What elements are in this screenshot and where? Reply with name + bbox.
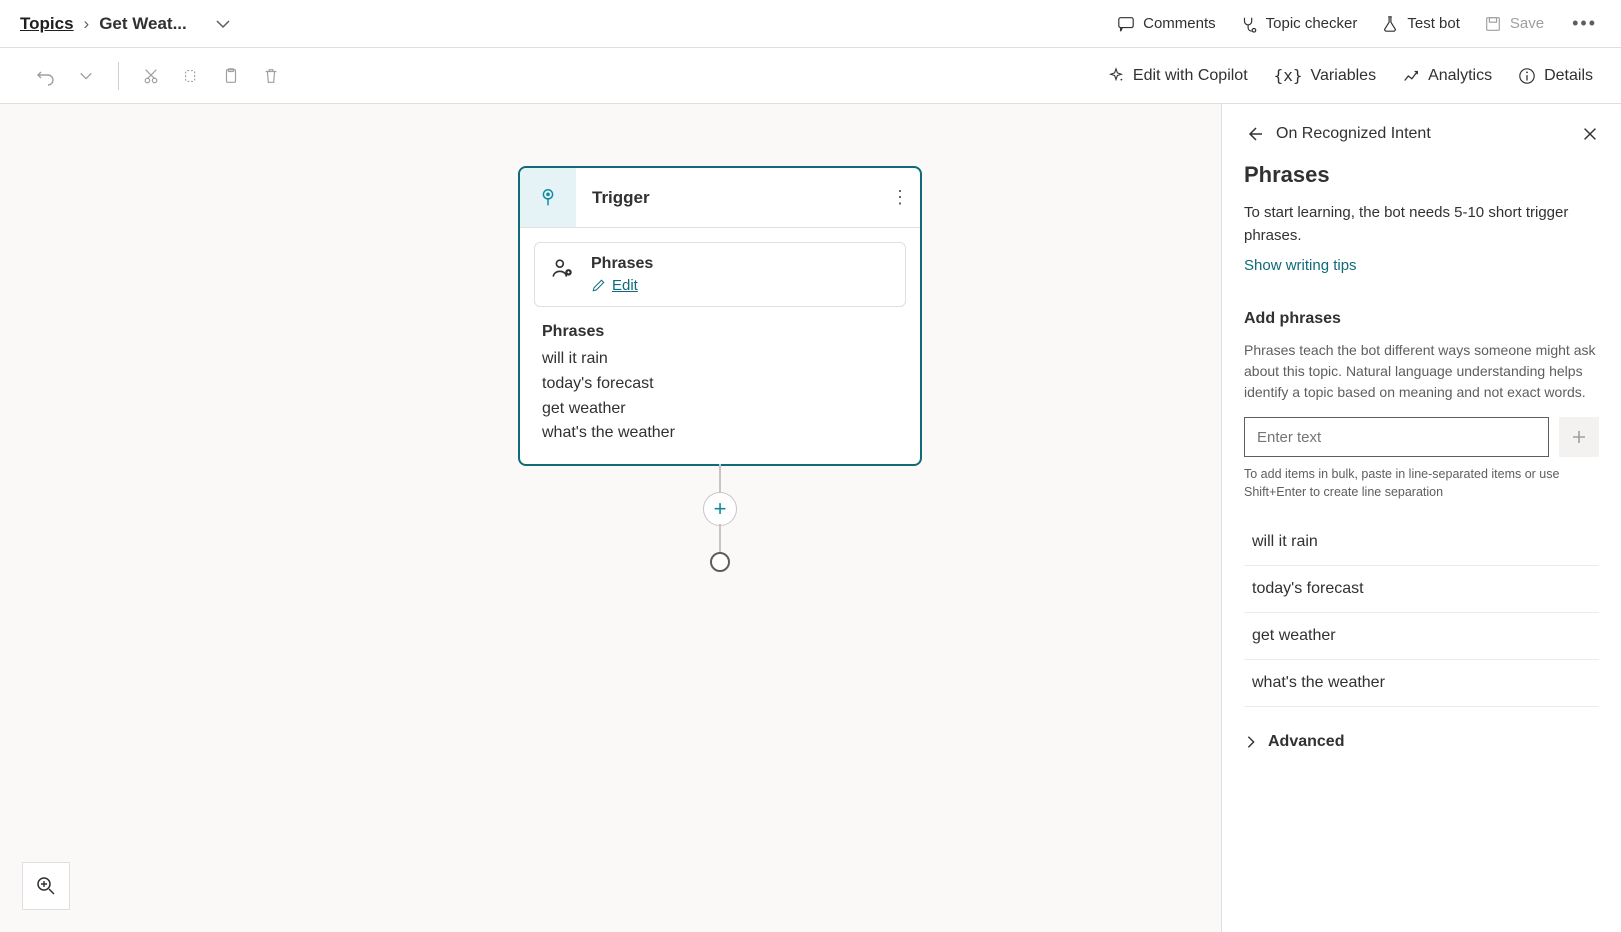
- panel-phrase-item[interactable]: what's the weather: [1244, 660, 1599, 707]
- delete-button[interactable]: [253, 58, 289, 94]
- writing-tips-link[interactable]: Show writing tips: [1244, 257, 1357, 274]
- advanced-label: Advanced: [1268, 733, 1344, 751]
- toolbar-left: [28, 58, 289, 94]
- toolbar-divider: [118, 62, 119, 90]
- phrase-item: today's forecast: [542, 372, 898, 397]
- variable-icon: {x}: [1274, 66, 1303, 85]
- phrases-list-title: Phrases: [542, 323, 898, 341]
- trigger-node[interactable]: Trigger ⋮ Phrases Edit P: [518, 166, 922, 466]
- panel-phrase-item[interactable]: today's forecast: [1244, 566, 1599, 613]
- variables-label: Variables: [1311, 67, 1377, 85]
- advanced-section-toggle[interactable]: Advanced: [1244, 733, 1599, 751]
- sparkle-icon: [1107, 67, 1125, 85]
- panel-phrase-item[interactable]: get weather: [1244, 613, 1599, 660]
- topic-checker-label: Topic checker: [1266, 15, 1358, 32]
- undo-button[interactable]: [28, 58, 64, 94]
- breadcrumb-current: Get Weat...: [99, 14, 187, 34]
- trigger-node-header: Trigger ⋮: [520, 168, 920, 228]
- test-bot-label: Test bot: [1407, 15, 1460, 32]
- info-icon: [1518, 67, 1536, 85]
- flask-icon: [1381, 15, 1399, 33]
- close-panel-button[interactable]: [1581, 125, 1599, 143]
- comment-icon: [1117, 15, 1135, 33]
- back-button[interactable]: [1244, 124, 1264, 144]
- comments-button[interactable]: Comments: [1117, 15, 1216, 33]
- person-voice-icon: [549, 255, 575, 281]
- save-icon: [1484, 15, 1502, 33]
- test-bot-button[interactable]: Test bot: [1381, 15, 1460, 33]
- comments-label: Comments: [1143, 15, 1216, 32]
- phrase-input[interactable]: [1244, 417, 1549, 457]
- magnify-plus-icon: [36, 876, 56, 896]
- trigger-icon: [520, 168, 576, 227]
- properties-panel: On Recognized Intent Phrases To start le…: [1221, 104, 1621, 932]
- header-actions: Comments Topic checker Test bot Save •••: [1117, 13, 1601, 34]
- edit-copilot-label: Edit with Copilot: [1133, 67, 1248, 85]
- stethoscope-icon: [1240, 15, 1258, 33]
- header-bar: Topics › Get Weat... Comments Topic chec…: [0, 0, 1621, 48]
- phrase-item: get weather: [542, 397, 898, 422]
- variables-button[interactable]: {x} Variables: [1274, 66, 1376, 85]
- analytics-button[interactable]: Analytics: [1402, 67, 1492, 85]
- add-phrases-heading: Add phrases: [1244, 310, 1599, 328]
- chevron-right-icon: [1244, 735, 1258, 749]
- phrase-item: what's the weather: [542, 421, 898, 446]
- edit-copilot-button[interactable]: Edit with Copilot: [1107, 67, 1248, 85]
- authoring-canvas[interactable]: Trigger ⋮ Phrases Edit P: [0, 104, 1221, 932]
- zoom-button[interactable]: [22, 862, 70, 910]
- details-button[interactable]: Details: [1518, 67, 1593, 85]
- main-area: Trigger ⋮ Phrases Edit P: [0, 104, 1621, 932]
- phrase-item: will it rain: [542, 347, 898, 372]
- edit-phrases-label: Edit: [612, 277, 638, 294]
- cut-button[interactable]: [133, 58, 169, 94]
- undo-dropdown-button[interactable]: [68, 58, 104, 94]
- save-button[interactable]: Save: [1484, 15, 1544, 33]
- connector-line-end: [719, 524, 721, 554]
- analytics-icon: [1402, 67, 1420, 85]
- toolbar-right: Edit with Copilot {x} Variables Analytic…: [1107, 66, 1593, 85]
- paste-button[interactable]: [213, 58, 249, 94]
- more-options-button[interactable]: •••: [1568, 13, 1601, 34]
- pencil-icon: [591, 278, 606, 293]
- trigger-node-menu[interactable]: ⋮: [880, 187, 920, 208]
- trigger-node-title: Trigger: [576, 188, 880, 208]
- phrases-list: Phrases will it rain today's forecast ge…: [520, 321, 920, 464]
- breadcrumb-separator: ›: [84, 14, 90, 34]
- add-node-button[interactable]: +: [703, 492, 737, 526]
- breadcrumb: Topics › Get Weat...: [20, 14, 231, 34]
- panel-header: On Recognized Intent: [1244, 124, 1599, 144]
- add-phrase-button[interactable]: [1559, 417, 1599, 457]
- chevron-down-icon[interactable]: [215, 16, 231, 32]
- phrases-card-title: Phrases: [591, 255, 653, 273]
- end-node[interactable]: [710, 552, 730, 572]
- analytics-label: Analytics: [1428, 67, 1492, 85]
- topic-checker-button[interactable]: Topic checker: [1240, 15, 1358, 33]
- breadcrumb-root[interactable]: Topics: [20, 14, 74, 34]
- copy-button[interactable]: [173, 58, 209, 94]
- panel-phrase-item[interactable]: will it rain: [1244, 519, 1599, 566]
- panel-crumb: On Recognized Intent: [1276, 125, 1431, 143]
- add-phrase-row: [1244, 417, 1599, 457]
- details-label: Details: [1544, 67, 1593, 85]
- editor-toolbar: Edit with Copilot {x} Variables Analytic…: [0, 48, 1621, 104]
- panel-intro: To start learning, the bot needs 5-10 sh…: [1244, 202, 1599, 247]
- phrases-card[interactable]: Phrases Edit: [534, 242, 906, 307]
- phrases-card-body: Phrases Edit: [591, 255, 653, 294]
- panel-heading: Phrases: [1244, 162, 1599, 188]
- edit-phrases-link[interactable]: Edit: [591, 277, 653, 294]
- save-label: Save: [1510, 15, 1544, 32]
- add-phrases-hint: Phrases teach the bot different ways som…: [1244, 340, 1599, 403]
- bulk-hint: To add items in bulk, paste in line-sepa…: [1244, 465, 1599, 501]
